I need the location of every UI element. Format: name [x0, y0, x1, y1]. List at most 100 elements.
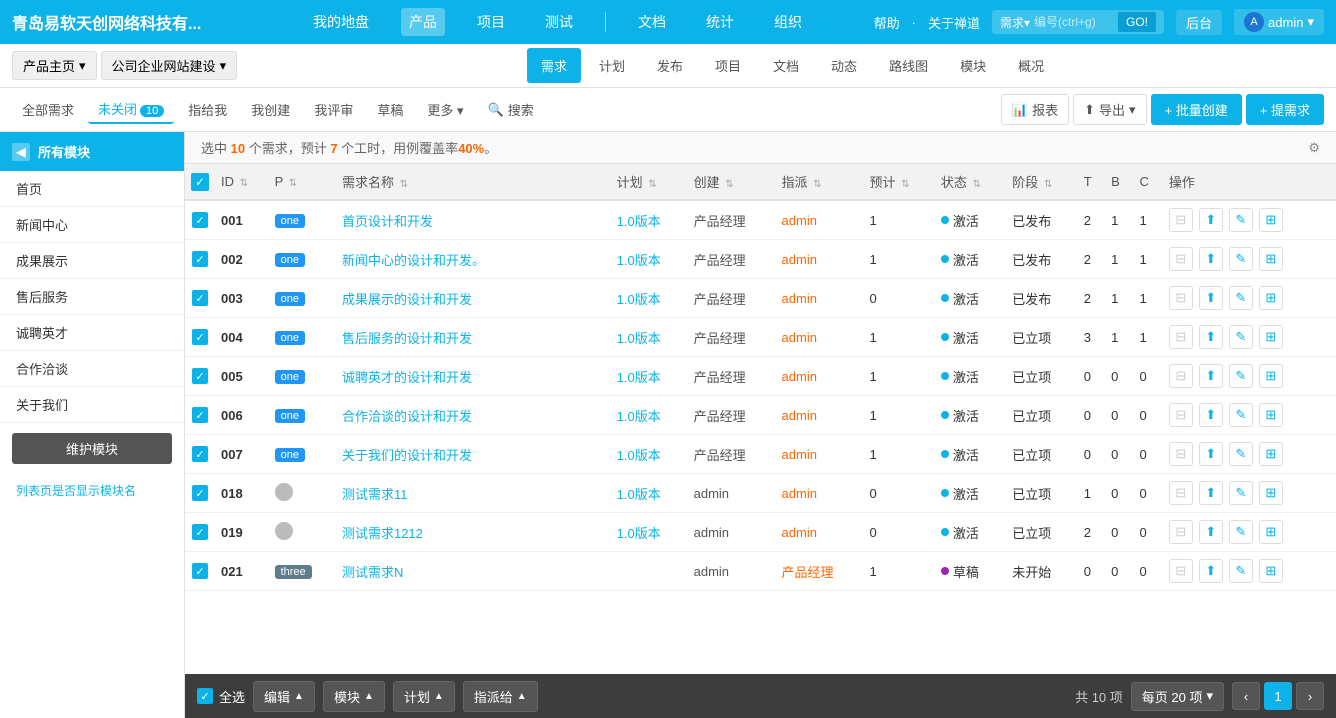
- select-all-checkbox[interactable]: ✓: [191, 173, 209, 191]
- bottom-assign-button[interactable]: 指派给 ▲: [463, 681, 538, 712]
- sidebar-item-service[interactable]: 售后服务: [0, 279, 184, 315]
- export-button[interactable]: ⬆ 导出 ▾: [1073, 94, 1146, 125]
- bottom-plan-button[interactable]: 计划 ▲: [393, 681, 455, 712]
- row-assigned[interactable]: admin: [776, 200, 864, 240]
- search-input[interactable]: [1034, 15, 1114, 29]
- sidebar-item-achievements[interactable]: 成果展示: [0, 243, 184, 279]
- action-more-icon[interactable]: ⊞: [1259, 247, 1283, 271]
- row-checkbox[interactable]: ✓: [192, 407, 208, 423]
- row-name[interactable]: 合作洽谈的设计和开发: [336, 396, 611, 435]
- bottom-edit-button[interactable]: 编辑 ▲: [253, 681, 315, 712]
- th-plan[interactable]: 计划 ⇅: [611, 164, 688, 200]
- action-edit-icon[interactable]: ✎: [1229, 559, 1253, 583]
- filter-all[interactable]: 全部需求: [12, 96, 84, 123]
- sidebar-item-news[interactable]: 新闻中心: [0, 207, 184, 243]
- filter-more[interactable]: 更多 ▾: [417, 96, 473, 123]
- action-edit-icon[interactable]: ✎: [1229, 481, 1253, 505]
- per-page-button[interactable]: 每页 20 项 ▾: [1131, 682, 1224, 711]
- next-page-button[interactable]: ›: [1296, 682, 1324, 710]
- row-assigned[interactable]: admin: [776, 357, 864, 396]
- nav-product[interactable]: 产品: [401, 8, 445, 36]
- action-copy-icon[interactable]: ⊟: [1169, 364, 1193, 388]
- go-button[interactable]: GO!: [1118, 12, 1156, 32]
- create-requirement-button[interactable]: + 提需求: [1246, 94, 1324, 125]
- row-assigned[interactable]: admin: [776, 513, 864, 552]
- action-export-icon[interactable]: ⬆: [1199, 286, 1223, 310]
- row-assigned[interactable]: admin: [776, 240, 864, 279]
- action-export-icon[interactable]: ⬆: [1199, 403, 1223, 427]
- row-name[interactable]: 售后服务的设计和开发: [336, 318, 611, 357]
- th-estimate[interactable]: 预计 ⇅: [863, 164, 934, 200]
- action-copy-icon[interactable]: ⊟: [1169, 442, 1193, 466]
- report-button[interactable]: 📊 报表: [1001, 94, 1069, 125]
- sidebar-item-home[interactable]: 首页: [0, 171, 184, 207]
- tab-roadmap[interactable]: 路线图: [875, 48, 942, 83]
- row-checkbox[interactable]: ✓: [192, 251, 208, 267]
- row-assigned[interactable]: admin: [776, 396, 864, 435]
- row-checkbox[interactable]: ✓: [192, 329, 208, 345]
- maintain-module-button[interactable]: 维护模块: [12, 433, 172, 464]
- action-export-icon[interactable]: ⬆: [1199, 520, 1223, 544]
- filter-assigned-me[interactable]: 指给我: [178, 96, 237, 123]
- action-edit-icon[interactable]: ✎: [1229, 520, 1253, 544]
- action-export-icon[interactable]: ⬆: [1199, 442, 1223, 466]
- action-export-icon[interactable]: ⬆: [1199, 247, 1223, 271]
- action-export-icon[interactable]: ⬆: [1199, 208, 1223, 232]
- action-more-icon[interactable]: ⊞: [1259, 286, 1283, 310]
- action-export-icon[interactable]: ⬆: [1199, 325, 1223, 349]
- th-assigned[interactable]: 指派 ⇅: [776, 164, 864, 200]
- filter-reviewed-me[interactable]: 我评审: [304, 96, 363, 123]
- action-copy-icon[interactable]: ⊟: [1169, 286, 1193, 310]
- action-export-icon[interactable]: ⬆: [1199, 364, 1223, 388]
- action-more-icon[interactable]: ⊞: [1259, 325, 1283, 349]
- tab-project[interactable]: 项目: [701, 48, 755, 83]
- action-copy-icon[interactable]: ⊟: [1169, 247, 1193, 271]
- sidebar-item-about[interactable]: 关于我们: [0, 387, 184, 423]
- row-name[interactable]: 测试需求N: [336, 552, 611, 591]
- action-copy-icon[interactable]: ⊟: [1169, 559, 1193, 583]
- action-more-icon[interactable]: ⊞: [1259, 442, 1283, 466]
- nav-test[interactable]: 测试: [537, 8, 581, 36]
- action-more-icon[interactable]: ⊞: [1259, 364, 1283, 388]
- action-edit-icon[interactable]: ✎: [1229, 247, 1253, 271]
- sidebar-item-cooperation[interactable]: 合作洽谈: [0, 351, 184, 387]
- search-btn[interactable]: 🔍 搜索: [478, 96, 544, 123]
- action-copy-icon[interactable]: ⊟: [1169, 325, 1193, 349]
- tab-activity[interactable]: 动态: [817, 48, 871, 83]
- action-edit-icon[interactable]: ✎: [1229, 364, 1253, 388]
- sidebar-toggle[interactable]: ◀: [12, 143, 30, 161]
- breadcrumb-project[interactable]: 公司企业网站建设 ▾: [101, 51, 238, 80]
- sidebar-item-talent[interactable]: 诚聘英才: [0, 315, 184, 351]
- action-copy-icon[interactable]: ⊟: [1169, 520, 1193, 544]
- show-module-toggle[interactable]: 列表页是否显示模块名: [0, 474, 184, 507]
- tab-overview[interactable]: 概况: [1004, 48, 1058, 83]
- th-id[interactable]: ID ⇅: [215, 164, 269, 200]
- tab-release[interactable]: 发布: [643, 48, 697, 83]
- action-more-icon[interactable]: ⊞: [1259, 481, 1283, 505]
- row-checkbox[interactable]: ✓: [192, 368, 208, 384]
- filter-draft[interactable]: 草稿: [367, 96, 413, 123]
- row-assigned[interactable]: admin: [776, 474, 864, 513]
- tab-module[interactable]: 模块: [946, 48, 1000, 83]
- row-assigned[interactable]: 产品经理: [776, 552, 864, 591]
- bottom-select-all[interactable]: ✓ 全选: [197, 687, 245, 706]
- row-assigned[interactable]: admin: [776, 435, 864, 474]
- row-assigned[interactable]: admin: [776, 318, 864, 357]
- zen-link[interactable]: 关于禅道: [928, 13, 980, 32]
- settings-icon[interactable]: ⚙: [1308, 140, 1320, 156]
- th-name[interactable]: 需求名称 ⇅: [336, 164, 611, 200]
- tab-requirement[interactable]: 需求: [527, 48, 581, 83]
- action-copy-icon[interactable]: ⊟: [1169, 403, 1193, 427]
- action-edit-icon[interactable]: ✎: [1229, 403, 1253, 427]
- breadcrumb-product[interactable]: 产品主页 ▾: [12, 51, 97, 80]
- prev-page-button[interactable]: ‹: [1232, 682, 1260, 710]
- th-status[interactable]: 状态 ⇅: [935, 164, 1006, 200]
- action-edit-icon[interactable]: ✎: [1229, 208, 1253, 232]
- action-export-icon[interactable]: ⬆: [1199, 559, 1223, 583]
- row-checkbox[interactable]: ✓: [192, 212, 208, 228]
- row-checkbox[interactable]: ✓: [192, 446, 208, 462]
- action-more-icon[interactable]: ⊞: [1259, 559, 1283, 583]
- row-assigned[interactable]: admin: [776, 279, 864, 318]
- row-checkbox[interactable]: ✓: [192, 563, 208, 579]
- tab-plan[interactable]: 计划: [585, 48, 639, 83]
